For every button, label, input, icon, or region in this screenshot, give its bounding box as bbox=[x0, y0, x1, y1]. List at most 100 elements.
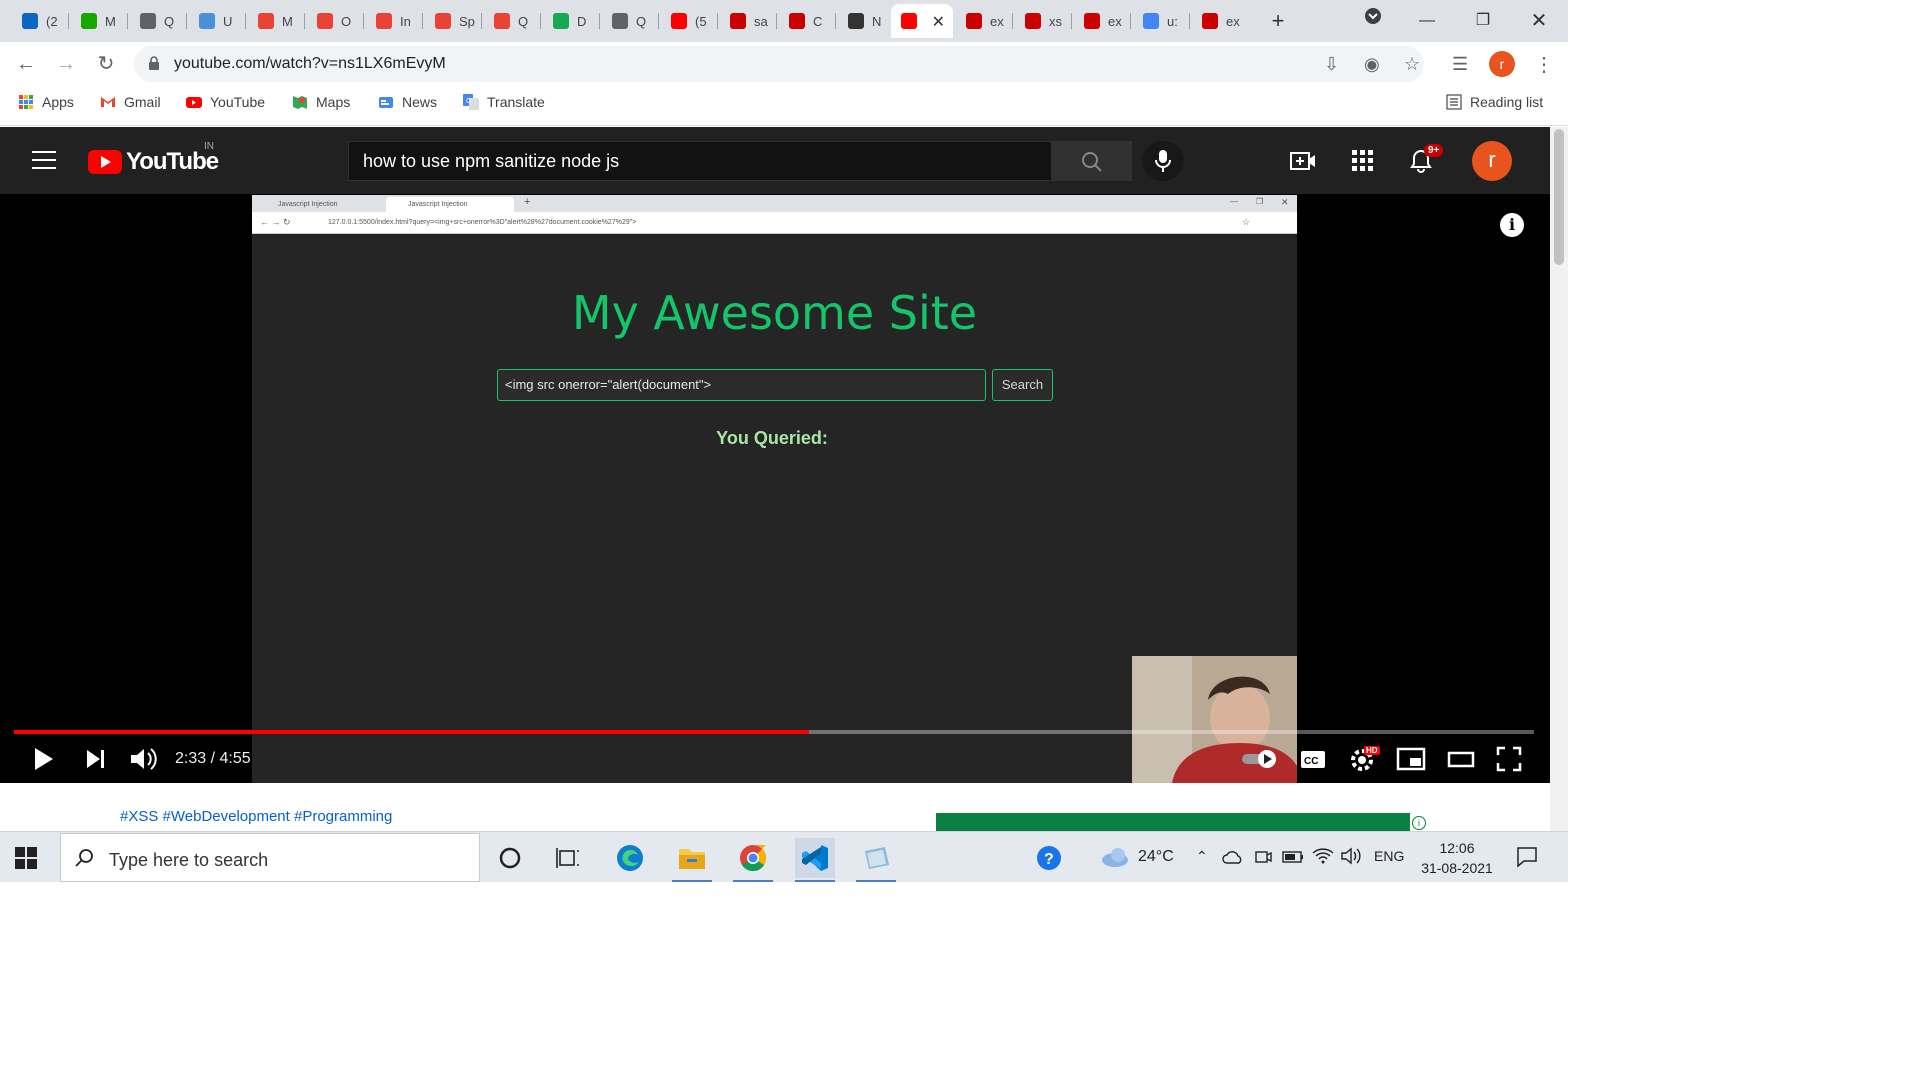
browser-tab[interactable]: ex bbox=[956, 4, 1010, 38]
windows-start-icon[interactable] bbox=[14, 846, 38, 870]
youtube-logo[interactable]: YouTube bbox=[88, 148, 219, 176]
onedrive-cloud-icon[interactable] bbox=[1222, 850, 1244, 864]
voice-search-button[interactable] bbox=[1142, 141, 1184, 181]
apps-grid-icon[interactable] bbox=[1350, 149, 1376, 173]
chrome-menu-icon[interactable]: ⋮ bbox=[1534, 52, 1554, 77]
help-icon[interactable]: ? bbox=[1036, 845, 1062, 871]
next-button[interactable] bbox=[82, 744, 112, 774]
page-scrollbar[interactable] bbox=[1550, 127, 1568, 831]
bookmark-gmail[interactable]: Gmail bbox=[100, 94, 161, 110]
menu-icon[interactable] bbox=[32, 151, 56, 169]
new-tab-button[interactable]: + bbox=[1265, 8, 1291, 34]
tab-search-icon[interactable] bbox=[1358, 6, 1388, 36]
taskbar-chrome[interactable] bbox=[733, 838, 773, 882]
youtube-search-button[interactable] bbox=[1052, 141, 1132, 181]
weather-cloud-icon[interactable] bbox=[1100, 847, 1130, 867]
browser-tab-active[interactable]: ✕ bbox=[891, 4, 953, 38]
browser-tab[interactable]: (2 bbox=[12, 4, 66, 38]
tab-separator bbox=[1189, 13, 1190, 29]
browser-tab[interactable]: Sp bbox=[425, 4, 479, 38]
reading-list-button[interactable]: Reading list bbox=[1446, 94, 1543, 110]
media-control-icon[interactable]: ☰ bbox=[1452, 54, 1468, 75]
input-language[interactable]: ENG bbox=[1374, 848, 1404, 864]
browser-tab[interactable]: O bbox=[307, 4, 361, 38]
bookmark-star-icon[interactable]: ☆ bbox=[1404, 54, 1420, 75]
browser-tab[interactable]: D bbox=[543, 4, 597, 38]
weather-temperature[interactable]: 24°C bbox=[1138, 848, 1174, 866]
action-center-icon[interactable] bbox=[1516, 846, 1538, 868]
taskbar-notes-app[interactable] bbox=[856, 838, 896, 882]
task-view-button[interactable] bbox=[548, 838, 588, 878]
maps-icon bbox=[293, 96, 307, 109]
theater-mode-icon[interactable] bbox=[1446, 744, 1476, 774]
minimize-button[interactable]: — bbox=[1412, 6, 1442, 36]
browser-tab[interactable]: sa bbox=[720, 4, 774, 38]
show-hidden-icons-chevron-icon[interactable]: ⌃ bbox=[1196, 848, 1208, 865]
taskbar-edge[interactable] bbox=[610, 838, 650, 878]
install-app-icon[interactable]: ⇩ bbox=[1324, 54, 1339, 75]
browser-tab[interactable]: u: bbox=[1133, 4, 1187, 38]
ad-info-icon[interactable]: i bbox=[1412, 816, 1426, 830]
video-hashtags[interactable]: #XSS #WebDevelopment #Programming bbox=[120, 808, 392, 825]
bookmark-apps[interactable]: Apps bbox=[18, 94, 74, 110]
browser-tab[interactable]: Q bbox=[602, 4, 656, 38]
battery-icon[interactable] bbox=[1282, 851, 1304, 863]
browser-tab[interactable]: xs bbox=[1015, 4, 1069, 38]
close-tab-icon[interactable]: ✕ bbox=[932, 12, 945, 32]
tab-separator bbox=[186, 13, 187, 29]
tracking-protection-icon[interactable]: ◉ bbox=[1364, 54, 1380, 75]
address-bar[interactable]: youtube.com/watch?v=ns1LX6mEvyM ⇩ ◉ ☆ bbox=[134, 46, 1424, 82]
tab-label: xs bbox=[1049, 13, 1062, 29]
miniplayer-icon[interactable] bbox=[1396, 744, 1426, 774]
folder-icon bbox=[679, 849, 705, 869]
create-video-icon[interactable] bbox=[1290, 149, 1316, 173]
profile-avatar[interactable]: r bbox=[1489, 51, 1515, 77]
youtube-avatar[interactable]: r bbox=[1472, 141, 1512, 181]
svg-text:CC: CC bbox=[1304, 756, 1318, 767]
taskbar-vscode[interactable] bbox=[795, 838, 835, 882]
browser-tab[interactable]: ex bbox=[1074, 4, 1128, 38]
browser-tab[interactable]: In bbox=[366, 4, 420, 38]
reload-button[interactable]: ↻ bbox=[92, 50, 120, 78]
site-title: My Awesome Site bbox=[571, 286, 978, 340]
browser-tab[interactable]: N bbox=[838, 4, 892, 38]
close-window-button[interactable]: ✕ bbox=[1524, 6, 1554, 36]
tab-separator bbox=[422, 13, 423, 29]
restore-button[interactable]: ❐ bbox=[1468, 6, 1498, 36]
browser-tab[interactable]: ex bbox=[1192, 4, 1246, 38]
bookmark-translate[interactable]: G Translate bbox=[463, 94, 545, 110]
captions-icon[interactable]: CC bbox=[1298, 744, 1328, 774]
browser-tab[interactable]: Q bbox=[484, 4, 538, 38]
volume-icon[interactable] bbox=[128, 744, 158, 774]
bookmark-maps[interactable]: Maps bbox=[292, 94, 350, 110]
github-icon bbox=[848, 13, 864, 29]
video-info-button[interactable]: i bbox=[1500, 213, 1524, 237]
bookmark-news[interactable]: News bbox=[378, 94, 437, 110]
back-button[interactable]: ← bbox=[12, 50, 40, 78]
fullscreen-icon[interactable] bbox=[1494, 744, 1524, 774]
cortana-button[interactable] bbox=[490, 838, 530, 878]
mongodb-leaf-icon bbox=[553, 13, 569, 29]
video-close-icon: ✕ bbox=[1281, 197, 1289, 207]
browser-tab[interactable]: (5 bbox=[661, 4, 715, 38]
browser-tab[interactable]: M bbox=[248, 4, 302, 38]
browser-tab[interactable]: C bbox=[779, 4, 833, 38]
ad-banner[interactable] bbox=[936, 813, 1410, 831]
play-button[interactable] bbox=[28, 744, 58, 774]
taskbar-clock[interactable]: 12:06 31-08-2021 bbox=[1416, 838, 1498, 878]
meet-now-icon[interactable] bbox=[1254, 848, 1272, 866]
taskbar-search-box[interactable]: Type here to search bbox=[60, 833, 480, 882]
bookmark-youtube[interactable]: YouTube bbox=[186, 94, 265, 110]
notification-badge: 9+ bbox=[1424, 144, 1444, 157]
scrollbar-thumb[interactable] bbox=[1554, 129, 1564, 265]
video-progress-bar[interactable] bbox=[14, 730, 1534, 734]
browser-tab[interactable]: M bbox=[71, 4, 125, 38]
taskbar-file-explorer[interactable] bbox=[672, 838, 712, 882]
browser-tab[interactable]: U bbox=[189, 4, 243, 38]
speaker-icon[interactable] bbox=[1340, 847, 1362, 865]
autoplay-toggle[interactable] bbox=[1240, 744, 1280, 774]
forward-button[interactable]: → bbox=[52, 50, 80, 78]
browser-tab[interactable]: Q bbox=[130, 4, 184, 38]
wifi-icon[interactable] bbox=[1312, 847, 1334, 865]
youtube-search-input[interactable]: how to use npm sanitize node js bbox=[348, 141, 1052, 181]
